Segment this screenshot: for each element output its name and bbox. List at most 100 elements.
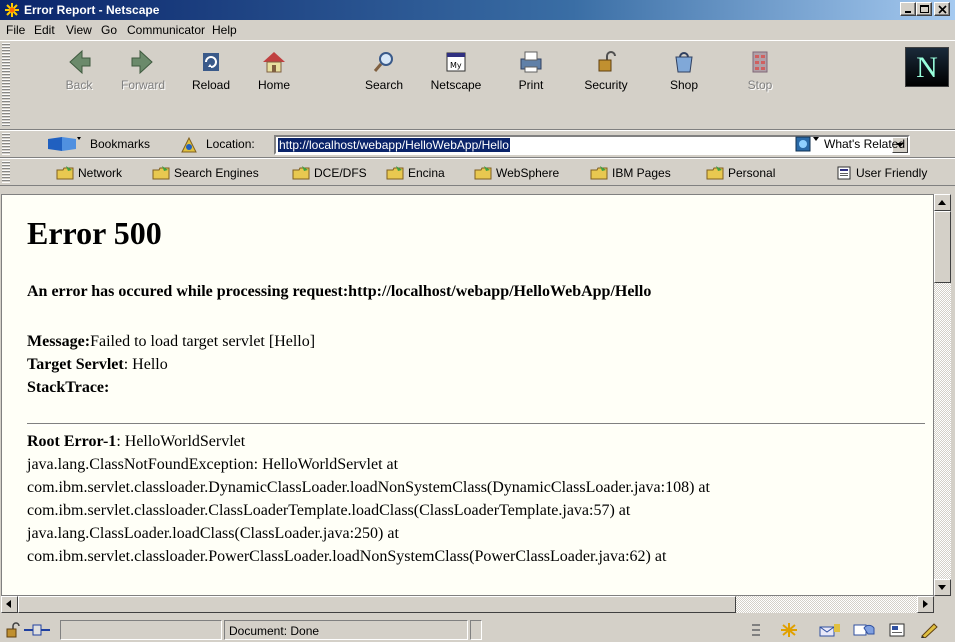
navigation-toolbar: Back Forward Reload Home Search My Netsc… <box>0 40 955 130</box>
menu-communicator[interactable]: Communicator <box>127 23 205 37</box>
folder-label: Search Engines <box>174 166 259 180</box>
arrow-left-icon <box>6 600 11 608</box>
composer-icon[interactable] <box>920 622 940 638</box>
stop-icon <box>752 51 768 73</box>
status-bar: Document: Done <box>0 616 955 642</box>
security-label: Security <box>584 78 628 92</box>
url-text[interactable]: http://localhost/webapp/HelloWebApp/Hell… <box>278 138 510 152</box>
root-error-value: : HelloWorldServlet <box>116 433 246 450</box>
home-button[interactable]: Home <box>246 45 302 97</box>
request-line: An error has occured while processing re… <box>27 283 652 300</box>
my-netscape-icon: My <box>446 52 466 72</box>
status-text: Document: Done <box>229 624 320 638</box>
folder-label: WebSphere <box>496 166 560 180</box>
stacktrace-label: StackTrace: <box>27 379 110 396</box>
back-button[interactable]: Back <box>51 45 107 97</box>
reload-button[interactable]: Reload <box>183 45 239 97</box>
folder-label: DCE/DFS <box>314 166 367 180</box>
folder-label: Network <box>78 166 123 180</box>
folder-websphere[interactable]: WebSphere <box>474 166 559 180</box>
minimize-button[interactable] <box>900 2 916 16</box>
progress-cell <box>60 620 222 640</box>
toolbar-grip[interactable] <box>2 43 10 127</box>
bookmark-page-icon <box>837 166 851 180</box>
target-value: : Hello <box>123 356 168 373</box>
divider <box>27 423 925 426</box>
bookmarks-button[interactable]: Bookmarks <box>90 137 150 151</box>
menu-go[interactable]: Go <box>101 23 117 37</box>
whats-related-icon <box>795 136 819 152</box>
newsgroups-icon[interactable] <box>852 622 876 638</box>
home-label: Home <box>257 78 290 92</box>
folder-search-engines[interactable]: Search Engines <box>152 166 259 180</box>
forward-button[interactable]: Forward <box>115 45 171 97</box>
whats-related-button[interactable]: What's Related <box>824 137 905 151</box>
vertical-scroll-thumb[interactable] <box>934 211 951 283</box>
netscape-logo[interactable]: N <box>905 47 949 87</box>
folder-personal[interactable]: Personal <box>706 166 775 180</box>
mail-icon[interactable] <box>818 622 842 638</box>
root-error-line: Root Error-1: HelloWorldServlet <box>27 433 245 451</box>
folder-icon <box>474 166 492 180</box>
component-bar-icon <box>752 624 760 636</box>
scroll-left-button[interactable] <box>1 596 18 613</box>
folder-icon <box>386 166 404 180</box>
message-value: Failed to load target servlet [Hello] <box>90 333 316 350</box>
arrow-right-icon <box>923 600 928 608</box>
menu-file[interactable]: File <box>6 23 25 37</box>
scroll-down-button[interactable] <box>934 579 951 596</box>
shop-label: Shop <box>669 78 699 92</box>
bookmarks-icon <box>48 137 81 151</box>
stop-button[interactable]: Stop <box>732 45 788 97</box>
my-netscape-button[interactable]: My Netscape <box>428 45 484 97</box>
menu-view[interactable]: View <box>66 23 92 37</box>
vertical-scrollbar[interactable] <box>934 194 951 596</box>
folder-label: Encina <box>408 166 445 180</box>
trace-line: com.ibm.servlet.classloader.ClassLoaderT… <box>27 502 631 519</box>
close-button[interactable] <box>934 2 950 16</box>
search-label: Search <box>364 78 404 92</box>
scroll-up-button[interactable] <box>934 194 951 211</box>
horizontal-scrollbar[interactable] <box>1 596 934 613</box>
search-icon <box>373 52 393 72</box>
menu-edit[interactable]: Edit <box>34 23 55 37</box>
folder-icon <box>706 166 724 180</box>
trace-line: com.ibm.servlet.classloader.DynamicClass… <box>27 479 710 496</box>
scroll-corner <box>934 596 951 613</box>
maximize-button[interactable] <box>916 2 932 16</box>
netscape-app-icon <box>5 3 19 17</box>
bookmark-label: User Friendly <box>856 166 928 180</box>
lock-icon <box>598 51 616 72</box>
back-arrow-icon <box>69 49 91 75</box>
menu-bar: File Edit View Go Communicator Help <box>0 20 955 40</box>
folder-dce-dfs[interactable]: DCE/DFS <box>292 166 367 180</box>
personal-toolbar: Network Search Engines DCE/DFS Encina We… <box>0 158 955 186</box>
address-book-icon[interactable] <box>888 622 908 638</box>
folder-encina[interactable]: Encina <box>386 166 445 180</box>
page-viewport[interactable]: Error 500 An error has occured while pro… <box>1 194 934 596</box>
menu-help[interactable]: Help <box>212 23 237 37</box>
search-button[interactable]: Search <box>356 45 412 97</box>
title-bar[interactable]: Error Report - Netscape <box>0 0 955 20</box>
trace-line: com.ibm.servlet.classloader.PowerClassLo… <box>27 548 667 565</box>
security-button[interactable]: Security <box>578 45 634 97</box>
folder-ibm-pages[interactable]: IBM Pages <box>590 166 671 180</box>
trace-line: java.lang.ClassLoader.loadClass(ClassLoa… <box>27 525 399 542</box>
security-lock-icon[interactable] <box>4 622 22 638</box>
scroll-right-button[interactable] <box>917 596 934 613</box>
root-error-label: Root Error-1 <box>27 433 117 450</box>
bookmark-user-friendly[interactable]: User Friendly <box>836 166 927 180</box>
print-button[interactable]: Print <box>503 45 559 97</box>
online-status-icon[interactable] <box>24 622 50 638</box>
arrow-down-icon <box>938 585 946 590</box>
print-icon <box>520 51 542 73</box>
navigator-icon[interactable] <box>778 622 800 638</box>
message-label: Message: <box>27 333 91 350</box>
print-label: Print <box>518 78 544 92</box>
toolbar-grip[interactable] <box>2 161 10 183</box>
folder-network[interactable]: Network <box>56 166 122 180</box>
location-label: Location: <box>206 137 255 151</box>
toolbar-grip[interactable] <box>2 133 10 155</box>
horizontal-scroll-thumb[interactable] <box>18 596 736 613</box>
shop-button[interactable]: Shop <box>656 45 712 97</box>
